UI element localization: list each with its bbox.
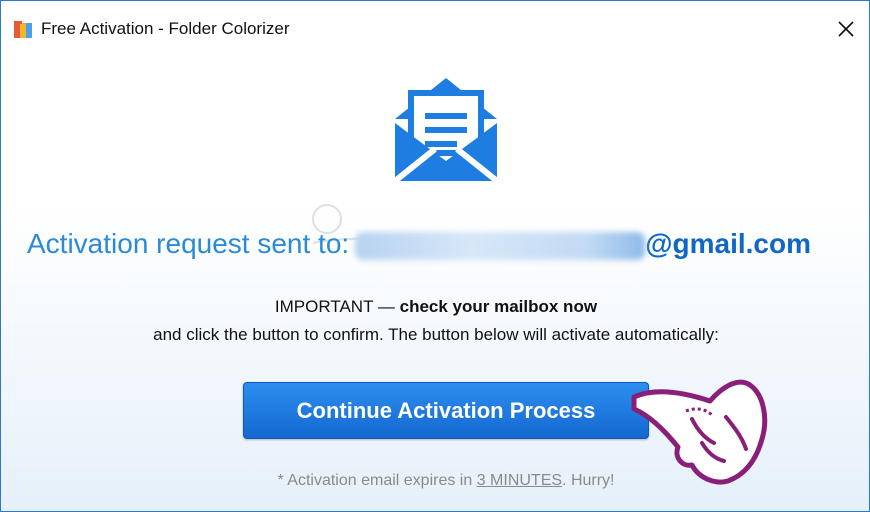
important-prefix: IMPORTANT —	[274, 297, 400, 316]
instruction-text: and click the button to confirm. The but…	[153, 325, 719, 344]
expiry-note: * Activation email expires in 3 MINUTES.…	[1, 472, 869, 490]
expiry-prefix: * Activation email expires in	[277, 472, 477, 489]
folder-colorizer-app-icon	[14, 21, 32, 38]
important-bold-text: check your mailbox now	[399, 297, 598, 316]
email-domain: @gmail.com	[645, 228, 811, 259]
expiry-time: 3 MINUTES	[476, 472, 563, 489]
activation-headline: Activation request sent to: @gmail.com	[27, 228, 867, 260]
close-icon	[838, 21, 854, 37]
continue-activation-button[interactable]: Continue Activation Process	[243, 382, 649, 439]
activation-window: Free Activation - Folder Colorizer Activ…	[0, 0, 870, 512]
close-button[interactable]	[823, 7, 869, 51]
envelope-open-icon	[393, 78, 499, 183]
expiry-suffix: . Hurry!	[562, 472, 615, 489]
important-notice: IMPORTANT — check your mailbox now	[1, 297, 869, 317]
redacted-email	[355, 231, 646, 260]
headline-prefix: Activation request sent to:	[27, 228, 350, 259]
title-bar[interactable]: Free Activation - Folder Colorizer	[1, 1, 869, 57]
window-title: Free Activation - Folder Colorizer	[41, 19, 290, 38]
